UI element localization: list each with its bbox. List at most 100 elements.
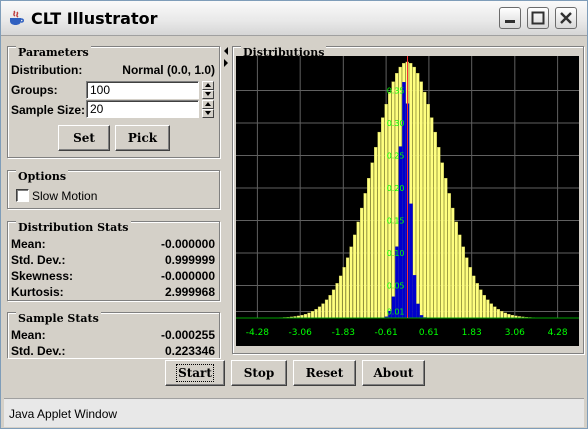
y-tick-label: 0.05 (387, 282, 405, 291)
options-title: Options (16, 170, 69, 183)
close-icon (560, 12, 572, 24)
population-bar (328, 295, 332, 319)
stop-button[interactable]: Stop (231, 360, 287, 386)
arrow-up-icon (205, 83, 211, 87)
pick-button[interactable]: Pick (115, 125, 170, 151)
reset-button[interactable]: Reset (293, 360, 356, 386)
groups-spin-down[interactable] (202, 90, 214, 99)
y-tick-label: 0.35 (387, 87, 405, 96)
stop-button-label: Stop (243, 366, 275, 380)
population-bar (314, 309, 318, 319)
dist-mean-value: -0.000000 (160, 237, 215, 251)
sample-stats-panel: Sample Stats Mean: -0.000255 Std. Dev.: … (7, 312, 220, 358)
distribution-value: Normal (0.0, 1.0) (122, 63, 215, 77)
groups-spin-up[interactable] (202, 81, 214, 90)
distribution-stats-title: Distribution Stats (16, 221, 131, 234)
y-tick-label: 0.20 (387, 184, 405, 193)
dist-skewness-value: -0.000000 (160, 269, 215, 283)
population-bar (440, 162, 444, 319)
set-button[interactable]: Set (58, 125, 110, 151)
parameters-title: Parameters (16, 46, 91, 59)
sample-mean-bar (416, 303, 420, 318)
population-bar (507, 314, 511, 319)
population-bar (377, 131, 381, 319)
dist-stddev-label: Std. Dev.: (11, 253, 66, 267)
dist-kurtosis-value: 2.999968 (164, 285, 215, 299)
parameters-panel: Parameters Distribution: Normal (0.0, 1.… (7, 46, 220, 158)
population-bar (423, 91, 427, 319)
sample-mean-bar (398, 146, 403, 318)
options-panel: Options Slow Motion (7, 170, 220, 209)
maximize-icon (531, 11, 545, 25)
population-bar (472, 275, 476, 319)
population-bar (363, 193, 367, 319)
population-bar (458, 234, 462, 319)
expand-right-icon (224, 59, 228, 67)
slow-motion-label[interactable]: Slow Motion (32, 189, 97, 203)
population-bar (324, 299, 329, 319)
sample-mean-value: -0.000255 (160, 328, 215, 342)
population-bar (303, 314, 308, 319)
dist-stddev-value: 0.999999 (164, 253, 215, 267)
population-bar (426, 103, 430, 319)
minimize-button[interactable] (499, 7, 521, 29)
population-bar (486, 299, 490, 319)
x-tick-label: -0.61 (374, 328, 397, 338)
sample-size-field[interactable]: 20 (86, 100, 199, 118)
population-bar (335, 283, 339, 319)
population-bar (482, 295, 486, 319)
title-bar[interactable]: CLT Illustrator (1, 1, 587, 36)
groups-field[interactable]: 100 (86, 81, 199, 99)
population-bar (451, 207, 455, 319)
arrow-up-icon (205, 102, 211, 106)
population-bar (349, 246, 353, 319)
population-bar (416, 73, 420, 319)
population-bar (430, 117, 434, 319)
arrow-down-icon (205, 92, 211, 96)
maximize-button[interactable] (527, 7, 549, 29)
y-tick-label: 0.15 (387, 217, 405, 226)
population-bar (468, 267, 472, 319)
x-tick-label: 0.61 (419, 328, 439, 338)
sample-size-spin-up[interactable] (202, 100, 214, 109)
population-bar (342, 267, 346, 319)
population-bar (307, 312, 311, 319)
dist-mean-label: Mean: (11, 237, 46, 251)
close-button[interactable] (555, 7, 577, 29)
population-bar (419, 81, 423, 319)
population-bar (479, 289, 483, 319)
population-bar (374, 147, 378, 319)
start-button-label: Start (176, 364, 214, 382)
x-tick-label: -1.83 (332, 328, 355, 338)
sample-mean-label: Mean: (11, 328, 46, 342)
status-text: Java Applet Window (9, 407, 118, 421)
collapse-left-icon (224, 47, 228, 55)
sample-stddev-label: Std. Dev.: (11, 344, 66, 358)
start-button[interactable]: Start (165, 360, 225, 386)
population-bar (503, 312, 508, 319)
dist-skewness-label: Skewness: (11, 269, 74, 283)
split-pane-divider[interactable] (221, 37, 231, 355)
applet-window: CLT Illustrator Parameters Distribution:… (0, 0, 588, 429)
slow-motion-checkbox[interactable] (16, 189, 29, 202)
sample-size-spin-down[interactable] (202, 109, 214, 118)
about-button-label: About (373, 366, 414, 380)
about-button[interactable]: About (362, 360, 425, 386)
x-tick-label: 1.83 (462, 328, 482, 338)
window-title: CLT Illustrator (31, 9, 158, 28)
groups-label: Groups: (11, 83, 58, 97)
y-tick-label: 0.25 (387, 152, 405, 161)
population-bar (496, 309, 500, 319)
pick-button-label: Pick (127, 131, 158, 145)
population-bar (447, 193, 451, 319)
population-bar (356, 221, 360, 319)
sample-stddev-value: 0.223346 (164, 344, 215, 358)
population-bar (465, 257, 469, 319)
population-bar (454, 221, 458, 319)
sample-stats-title: Sample Stats (16, 312, 101, 325)
sample-size-label: Sample Size: (11, 103, 86, 117)
population-bar (360, 207, 364, 319)
set-button-label: Set (73, 131, 95, 145)
x-tick-label: 3.06 (505, 328, 525, 338)
population-bar (352, 234, 357, 319)
